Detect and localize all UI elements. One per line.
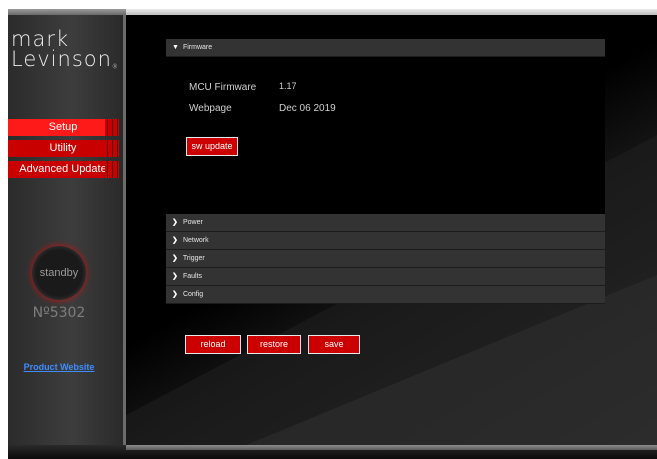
nav-utility-label: Utility bbox=[49, 142, 77, 154]
standby-label: standby bbox=[39, 267, 79, 279]
chevron-right-icon: ❯ bbox=[172, 219, 178, 226]
reload-label: reload bbox=[200, 339, 226, 349]
config-section-title: Config bbox=[182, 291, 204, 298]
nav-advanced-update-label: Advanced Update bbox=[19, 163, 107, 175]
model-number: Nº5302 bbox=[32, 305, 86, 321]
webpage-label: Webpage bbox=[189, 103, 232, 114]
config-section-header[interactable]: ❯ Config bbox=[166, 286, 605, 304]
mcu-firmware-label: MCU Firmware bbox=[189, 82, 257, 93]
chevron-right-icon: ❯ bbox=[172, 291, 178, 298]
power-section-header[interactable]: ❯ Power bbox=[166, 214, 605, 232]
logo-registered-mark: ® bbox=[111, 63, 119, 71]
sw-update-button[interactable]: sw update bbox=[186, 137, 238, 156]
settings-accordion: ▼ Firmware MCU Firmware 1.17 Webpage Dec… bbox=[166, 39, 605, 307]
network-section-title: Network bbox=[182, 237, 209, 244]
chevron-right-icon: ❯ bbox=[172, 273, 178, 280]
standby-button[interactable]: standby bbox=[32, 246, 86, 300]
product-website-link[interactable]: Product Website bbox=[0, 362, 118, 372]
restore-button[interactable]: restore bbox=[247, 335, 301, 354]
sw-update-label: sw update bbox=[191, 141, 233, 151]
mcu-firmware-value: 1.17 bbox=[279, 81, 297, 91]
logo-line-2: Levinson® bbox=[11, 48, 118, 70]
save-label: save bbox=[324, 339, 344, 349]
restore-label: restore bbox=[259, 339, 288, 349]
nav-advanced-update-button[interactable]: Advanced Update bbox=[8, 161, 119, 178]
firmware-section-title: Firmware bbox=[182, 44, 213, 51]
chevron-down-icon: ▼ bbox=[172, 44, 179, 51]
nav-setup-label: Setup bbox=[48, 121, 78, 133]
sidebar bbox=[8, 15, 123, 445]
webpage-value: Dec 06 2019 bbox=[279, 103, 336, 114]
chevron-right-icon: ❯ bbox=[172, 255, 178, 262]
faults-section-header[interactable]: ❯ Faults bbox=[166, 268, 605, 286]
trigger-section-title: Trigger bbox=[182, 255, 205, 262]
faults-section-title: Faults bbox=[182, 273, 203, 280]
brand-logo: mark Levinson® bbox=[11, 29, 118, 70]
nav-setup-button[interactable]: Setup bbox=[8, 119, 119, 136]
reload-button[interactable]: reload bbox=[185, 335, 241, 354]
trigger-section-header[interactable]: ❯ Trigger bbox=[166, 250, 605, 268]
firmware-section-header[interactable]: ▼ Firmware bbox=[166, 39, 605, 57]
logo-line-2-text: Levinson bbox=[11, 46, 112, 71]
bottom-strip-bright bbox=[126, 445, 657, 450]
firmware-section-body: MCU Firmware 1.17 Webpage Dec 06 2019 sw… bbox=[166, 57, 605, 214]
network-section-header[interactable]: ❯ Network bbox=[166, 232, 605, 250]
chevron-right-icon: ❯ bbox=[172, 237, 178, 244]
nav-utility-button[interactable]: Utility bbox=[8, 140, 119, 157]
save-button[interactable]: save bbox=[308, 335, 360, 354]
power-section-title: Power bbox=[182, 219, 203, 226]
